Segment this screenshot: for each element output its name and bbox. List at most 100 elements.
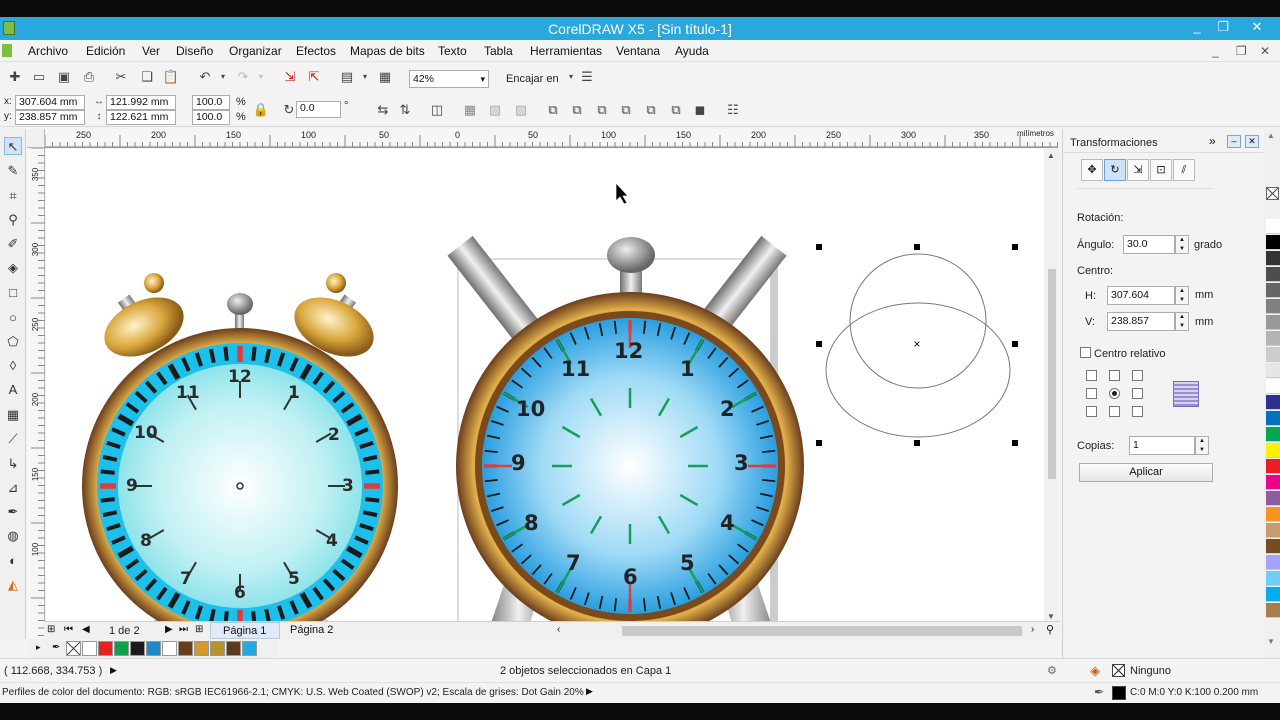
restore-icon[interactable]: ❐	[1210, 19, 1236, 35]
angle-spinner-icon[interactable]: ▲ ▼	[1175, 235, 1189, 254]
eyedropper-icon[interactable]: ✒	[52, 642, 60, 653]
export-icon[interactable]: ⇱	[305, 68, 323, 86]
ellipse-tool-icon[interactable]: ○	[4, 309, 22, 327]
anchor-bottom-center[interactable]	[1109, 406, 1120, 417]
color-swatch[interactable]	[1266, 587, 1280, 602]
menu-efectos[interactable]: Efectos	[296, 44, 336, 58]
boundary-icon[interactable]: ◼	[691, 101, 709, 119]
zoom-fit-icon[interactable]: ⚲	[1046, 623, 1054, 636]
menu-ayuda[interactable]: Ayuda	[675, 44, 709, 58]
fill-tool-icon[interactable]: ◐	[4, 552, 22, 570]
weld-icon[interactable]: ⧉	[544, 101, 562, 119]
h-spinner-icon[interactable]: ▲ ▼	[1175, 286, 1189, 305]
last-page-icon[interactable]: ⏭	[179, 624, 188, 635]
crop-tool-icon[interactable]: ⌗	[4, 187, 22, 205]
color-swatch[interactable]	[1266, 475, 1280, 490]
color-swatch[interactable]	[1266, 251, 1280, 266]
menu-texto[interactable]: Texto	[438, 44, 467, 58]
profile-menu-icon[interactable]: ▶	[586, 686, 593, 697]
color-swatch[interactable]	[1266, 315, 1280, 330]
basic-shapes-icon[interactable]: ◊	[4, 357, 22, 375]
no-fill-swatch[interactable]	[1266, 187, 1279, 200]
color-swatch[interactable]	[1266, 411, 1280, 426]
color-swatch[interactable]	[1266, 603, 1280, 618]
add-page-before-icon[interactable]: ⊞	[47, 624, 55, 635]
shape-tool-icon[interactable]: ✎	[4, 162, 22, 180]
previous-page-icon[interactable]: ◀	[82, 624, 90, 635]
skew-tab-icon[interactable]: ⫽	[1173, 159, 1195, 181]
tab-page-1[interactable]: Página 1	[210, 622, 280, 639]
save-icon[interactable]: ▣	[55, 68, 73, 86]
window-minimize-doc-icon[interactable]: _	[1212, 44, 1219, 58]
menu-edicion[interactable]: Edición	[86, 44, 125, 58]
mirror-horizontal-icon[interactable]: ⇆	[374, 101, 392, 119]
ruler-corner[interactable]	[27, 129, 45, 148]
back-minus-front-icon[interactable]: ⧉	[667, 101, 685, 119]
color-swatch[interactable]	[1266, 267, 1280, 282]
new-icon[interactable]: ✚	[6, 68, 24, 86]
ungroup-icon[interactable]: ▦	[461, 101, 479, 119]
settings-icon[interactable]: ⚙	[1047, 664, 1057, 677]
open-icon[interactable]: ▭	[30, 68, 48, 86]
first-page-icon[interactable]: ⏮	[64, 624, 73, 635]
center-h-input[interactable]: 307.604	[1107, 286, 1175, 305]
palette-scroll-down-icon[interactable]: ▼	[1267, 637, 1275, 646]
docker-close-icon[interactable]: ✕	[1245, 135, 1259, 148]
color-swatch[interactable]	[1266, 507, 1280, 522]
rotate-tab-icon[interactable]: ↻	[1104, 159, 1126, 181]
intersect-icon[interactable]: ⧉	[593, 101, 611, 119]
color-swatch[interactable]	[162, 641, 177, 656]
horizontal-ruler[interactable]: 250 200 150 100 50 0 50 100 150 200 250 …	[45, 129, 1058, 148]
relative-center-checkbox[interactable]	[1080, 347, 1091, 358]
color-swatch[interactable]	[1266, 395, 1280, 410]
center-v-input[interactable]: 238.857	[1107, 312, 1175, 331]
menu-archivo[interactable]: Archivo	[28, 44, 68, 58]
interactive-fill-icon[interactable]: ◭	[4, 576, 22, 594]
x-position-field[interactable]: 307.604 mm	[15, 95, 85, 110]
table-tool-icon[interactable]: ▦	[4, 406, 22, 424]
text-tool-icon[interactable]: A	[4, 381, 22, 399]
color-swatch[interactable]	[1266, 427, 1280, 442]
horizontal-scroll-thumb[interactable]	[622, 626, 1022, 636]
freehand-tool-icon[interactable]: ✐	[4, 235, 22, 253]
color-swatch[interactable]	[1266, 283, 1280, 298]
color-swatch[interactable]	[1266, 299, 1280, 314]
publish-pdf-icon[interactable]: ▤	[338, 68, 356, 86]
rotation-angle-field[interactable]: 0.0	[296, 101, 341, 118]
window-close-doc-icon[interactable]: ✕	[1260, 44, 1270, 58]
minimize-icon[interactable]: _	[1184, 19, 1210, 34]
snap-to-label[interactable]: Encajar en	[506, 73, 559, 85]
color-swatch[interactable]	[1266, 347, 1280, 362]
vertical-scroll-thumb[interactable]	[1048, 269, 1056, 479]
copies-input[interactable]: 1	[1129, 436, 1195, 455]
anchor-bottom-right[interactable]	[1132, 406, 1143, 417]
dimension-tool-icon[interactable]: ⟋	[4, 430, 22, 448]
color-swatch[interactable]	[1266, 539, 1280, 554]
drawing-canvas[interactable]: × 12 1 2 3 4 5 6 7 8 9 10 11 12 1 2 3 4 …	[46, 149, 1044, 638]
group-icon[interactable]: ◫	[428, 101, 446, 119]
scale-y-field[interactable]: 100.0	[192, 110, 230, 125]
menu-organizar[interactable]: Organizar	[229, 44, 282, 58]
next-page-icon[interactable]: ▶	[165, 624, 173, 635]
anchor-center-selected[interactable]	[1109, 388, 1120, 399]
undo-icon[interactable]: ↶	[196, 68, 214, 86]
menu-tabla[interactable]: Tabla	[484, 44, 513, 58]
fill-none-swatch[interactable]	[1112, 664, 1125, 677]
scroll-down-icon[interactable]: ▼	[1047, 612, 1055, 621]
color-swatch[interactable]	[1266, 523, 1280, 538]
combine-icon[interactable]: ▨	[512, 101, 530, 119]
menu-mapas-de-bits[interactable]: Mapas de bits	[350, 44, 425, 58]
scroll-right-icon[interactable]: ›	[1031, 624, 1034, 635]
color-swatch[interactable]	[1266, 331, 1280, 346]
outline-color-swatch[interactable]	[1112, 686, 1126, 700]
color-swatch[interactable]	[1266, 235, 1280, 250]
options-icon[interactable]: ☰	[578, 68, 596, 86]
zoom-tool-icon[interactable]: ⚲	[4, 211, 22, 229]
front-minus-back-icon[interactable]: ⧉	[642, 101, 660, 119]
color-swatch[interactable]	[114, 641, 129, 656]
scale-x-field[interactable]: 100.0	[192, 95, 230, 110]
color-swatch[interactable]	[1266, 459, 1280, 474]
smart-fill-icon[interactable]: ◈	[4, 259, 22, 277]
polygon-tool-icon[interactable]: ⬠	[4, 333, 22, 351]
redo-dropdown-icon[interactable]: ▾	[252, 68, 270, 86]
